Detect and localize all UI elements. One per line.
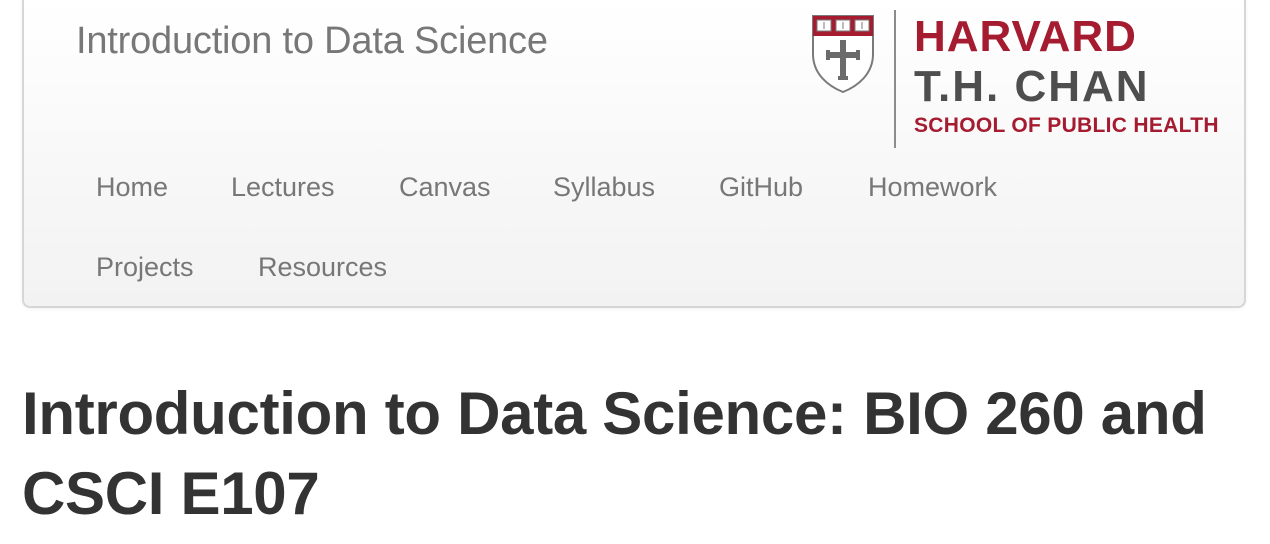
nav-canvas[interactable]: Canvas	[399, 172, 491, 203]
nav-syllabus[interactable]: Syllabus	[553, 172, 655, 203]
logo-divider	[894, 10, 896, 148]
page-title: Introduction to Data Science: BIO 260 an…	[22, 380, 1207, 527]
nav-github[interactable]: GitHub	[719, 172, 803, 203]
site-brand-link[interactable]: Introduction to Data Science	[76, 20, 548, 63]
logo-th-chan-text: T.H. CHAN	[914, 62, 1150, 111]
nav-homework[interactable]: Homework	[868, 172, 997, 203]
nav-projects[interactable]: Projects	[96, 252, 194, 283]
nav-home[interactable]: Home	[96, 172, 168, 203]
nav-lectures[interactable]: Lectures	[231, 172, 335, 203]
logo-harvard-text: HARVARD	[914, 12, 1137, 61]
harvard-chan-logo[interactable]: HARVARD T.H. CHAN SCHOOL OF PUBLIC HEALT…	[810, 10, 1230, 150]
harvard-shield-icon	[812, 15, 874, 94]
nav-resources[interactable]: Resources	[258, 252, 387, 283]
logo-school-text: SCHOOL OF PUBLIC HEALTH	[914, 114, 1219, 137]
top-navbar: Introduction to Data Science HARVARD T.H…	[22, 0, 1246, 308]
